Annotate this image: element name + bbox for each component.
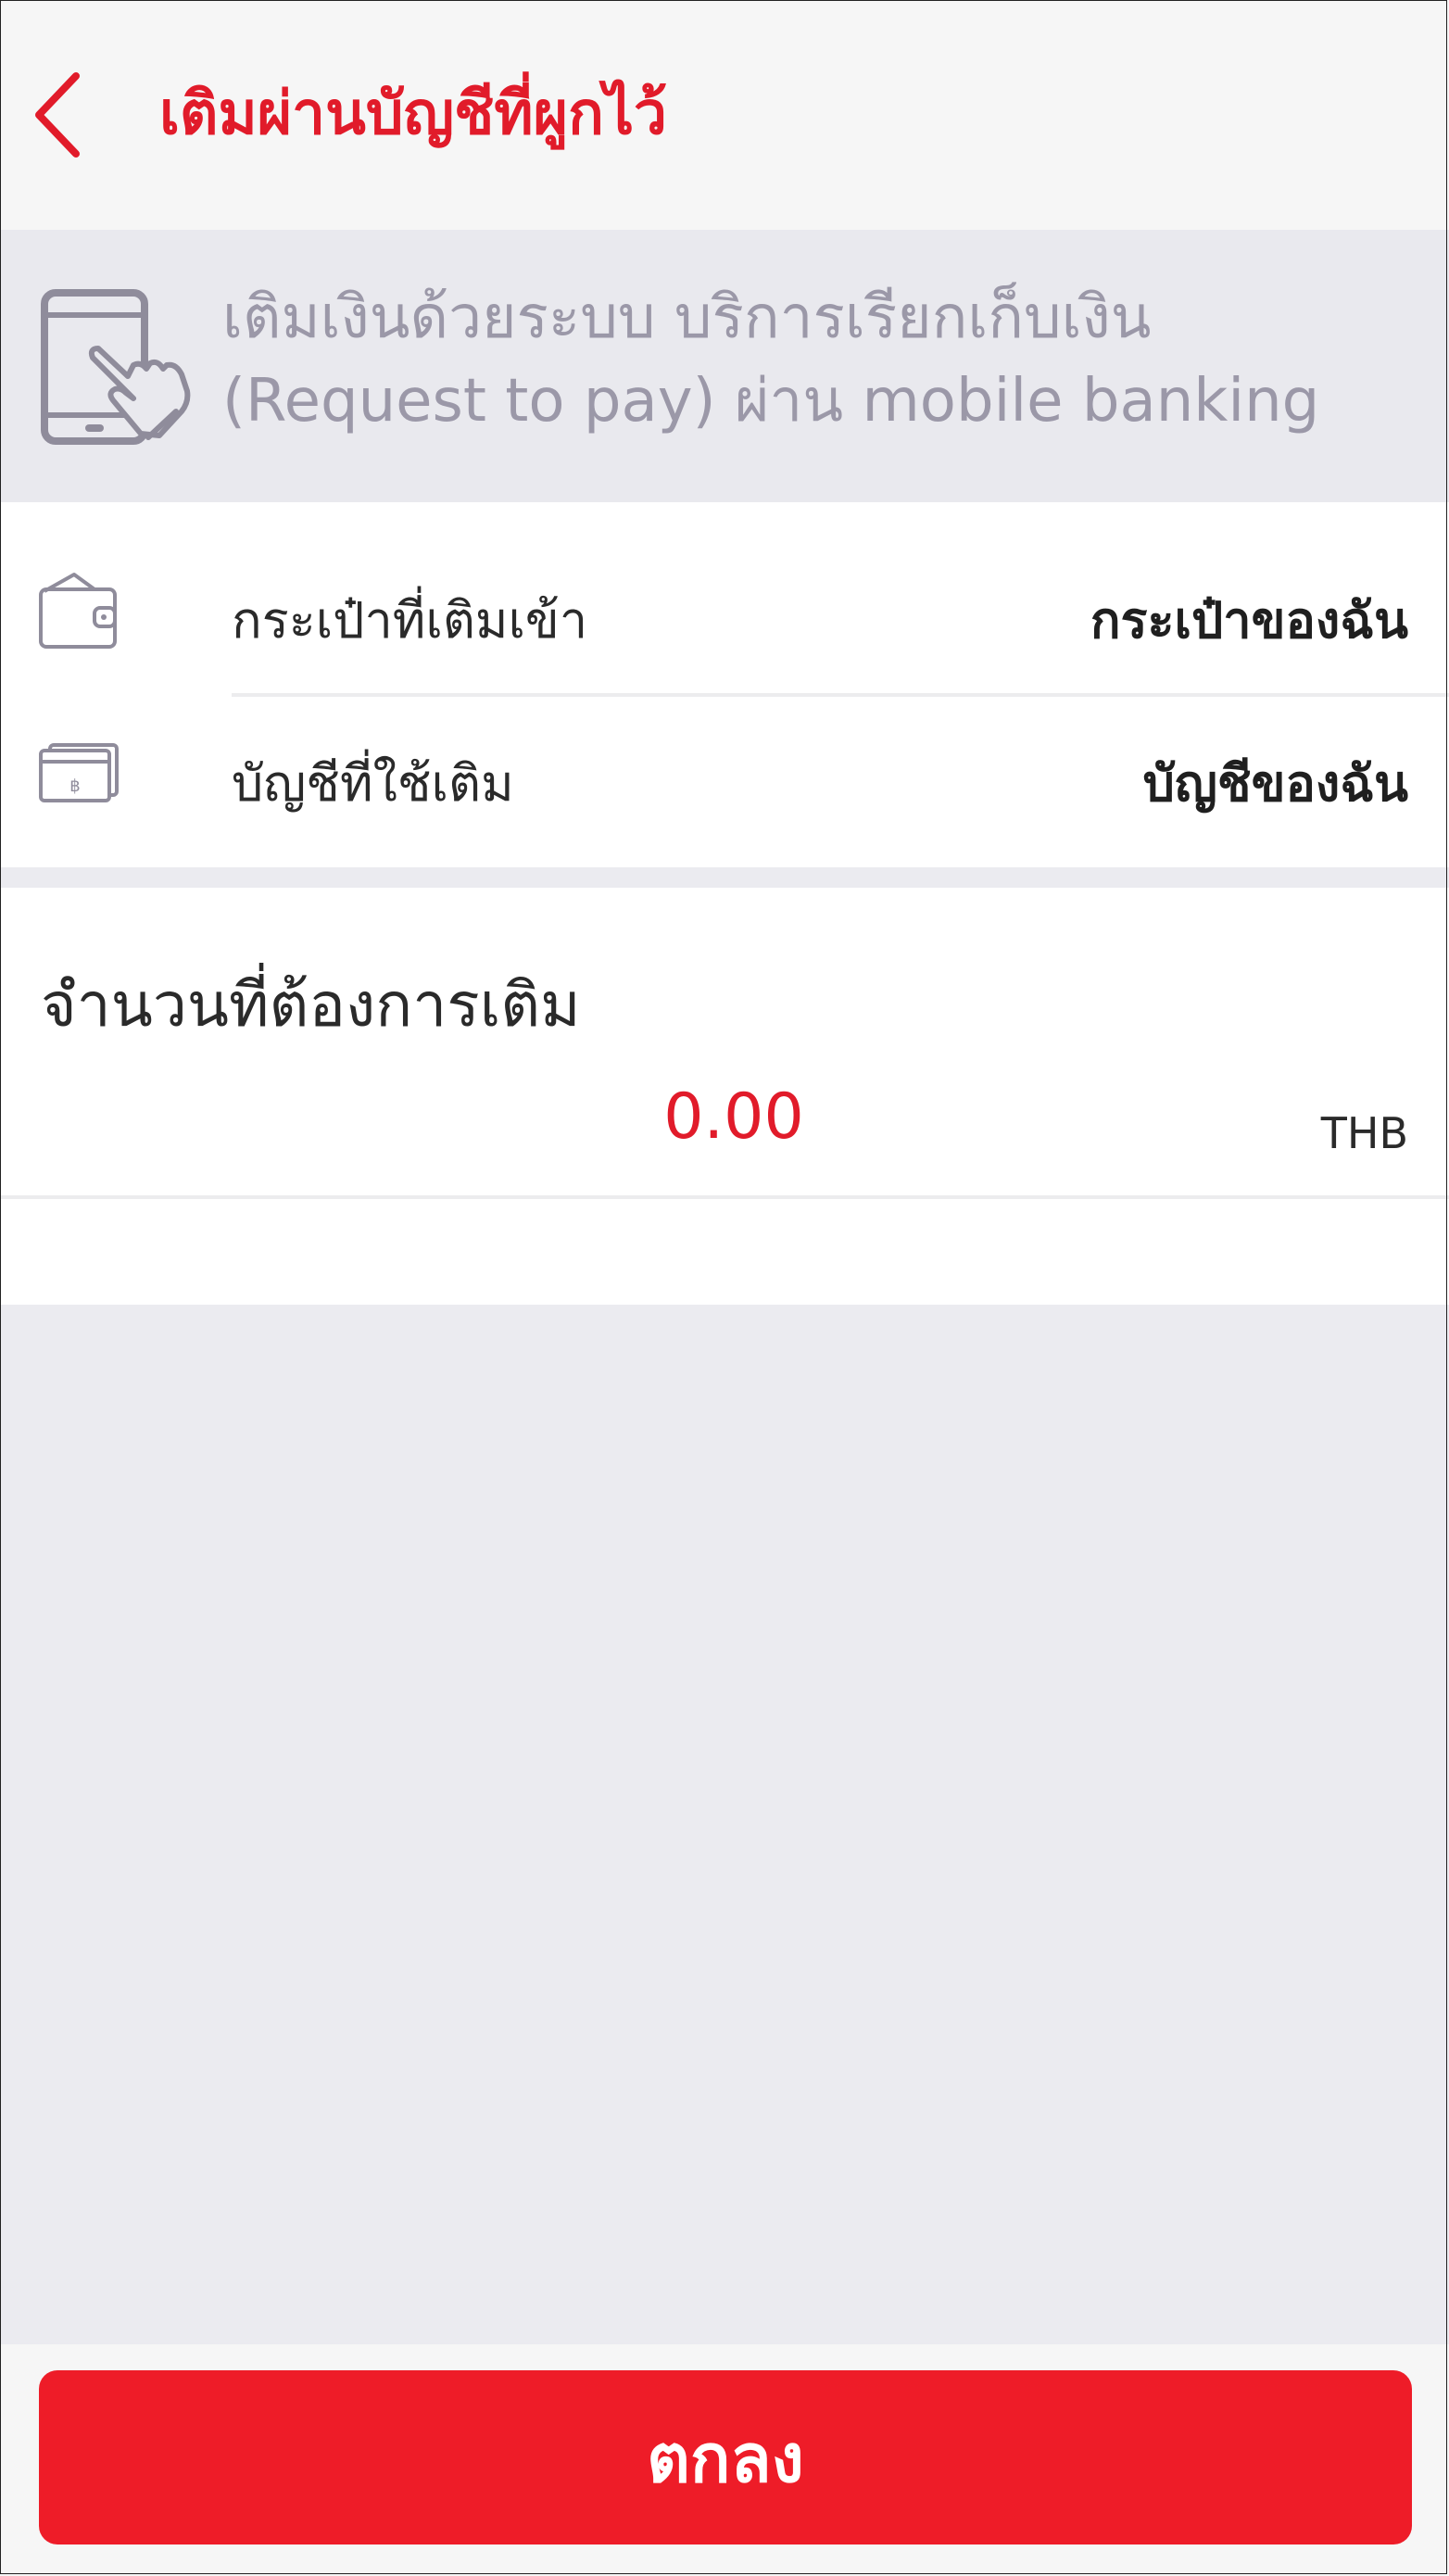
info-banner: เติมเงินด้วยระบบ บริการเรียกเก็บเงิน (Re… [0,230,1449,502]
page-title: เติมผ่านบัญชีที่ผูกไว้ [159,80,667,148]
bank-card-icon: ฿ [39,743,119,802]
svg-text:฿: ฿ [69,777,80,796]
amount-input[interactable]: 0.00 [0,1080,1449,1154]
amount-divider [0,1195,1449,1199]
chevron-left-icon [35,72,80,158]
wallet-row-value: กระเป๋าของฉัน [1090,591,1408,650]
header-bar: เติมผ่านบัญชีที่ผูกไว้ [0,0,1449,230]
banner-line-2: (Request to pay) ผ่าน mobile banking [222,367,1320,436]
wallet-icon [39,573,117,649]
ok-button[interactable]: ตกลง [39,2370,1412,2544]
account-row-label: บัญชีที่ใช้เติม [232,754,514,813]
amount-section: จำนวนที่ต้องการเติม 0.00 THB [0,888,1449,1305]
account-row[interactable]: ฿ บัญชีที่ใช้เติม บัญชีของฉัน [0,695,1449,854]
banner-line-1: เติมเงินด้วยระบบ บริการเรียกเก็บเงิน [222,284,1152,352]
back-button[interactable] [28,69,93,161]
banner-description: เติมเงินด้วยระบบ บริการเรียกเก็บเงิน (Re… [222,276,1427,443]
tablet-tap-icon [41,289,191,445]
transfer-details: กระเป๋าที่เติมเข้า กระเป๋าของฉัน ฿ บัญชี… [0,502,1449,867]
account-row-value: บัญชีของฉัน [1142,754,1408,813]
amount-title: จำนวนที่ต้องการเติม [41,969,581,1041]
currency-label: THB [1320,1108,1408,1158]
wallet-row[interactable]: กระเป๋าที่เติมเข้า กระเป๋าของฉัน [0,502,1449,662]
footer-bar: ตกลง [0,2344,1449,2576]
wallet-row-label: กระเป๋าที่เติมเข้า [232,591,588,650]
